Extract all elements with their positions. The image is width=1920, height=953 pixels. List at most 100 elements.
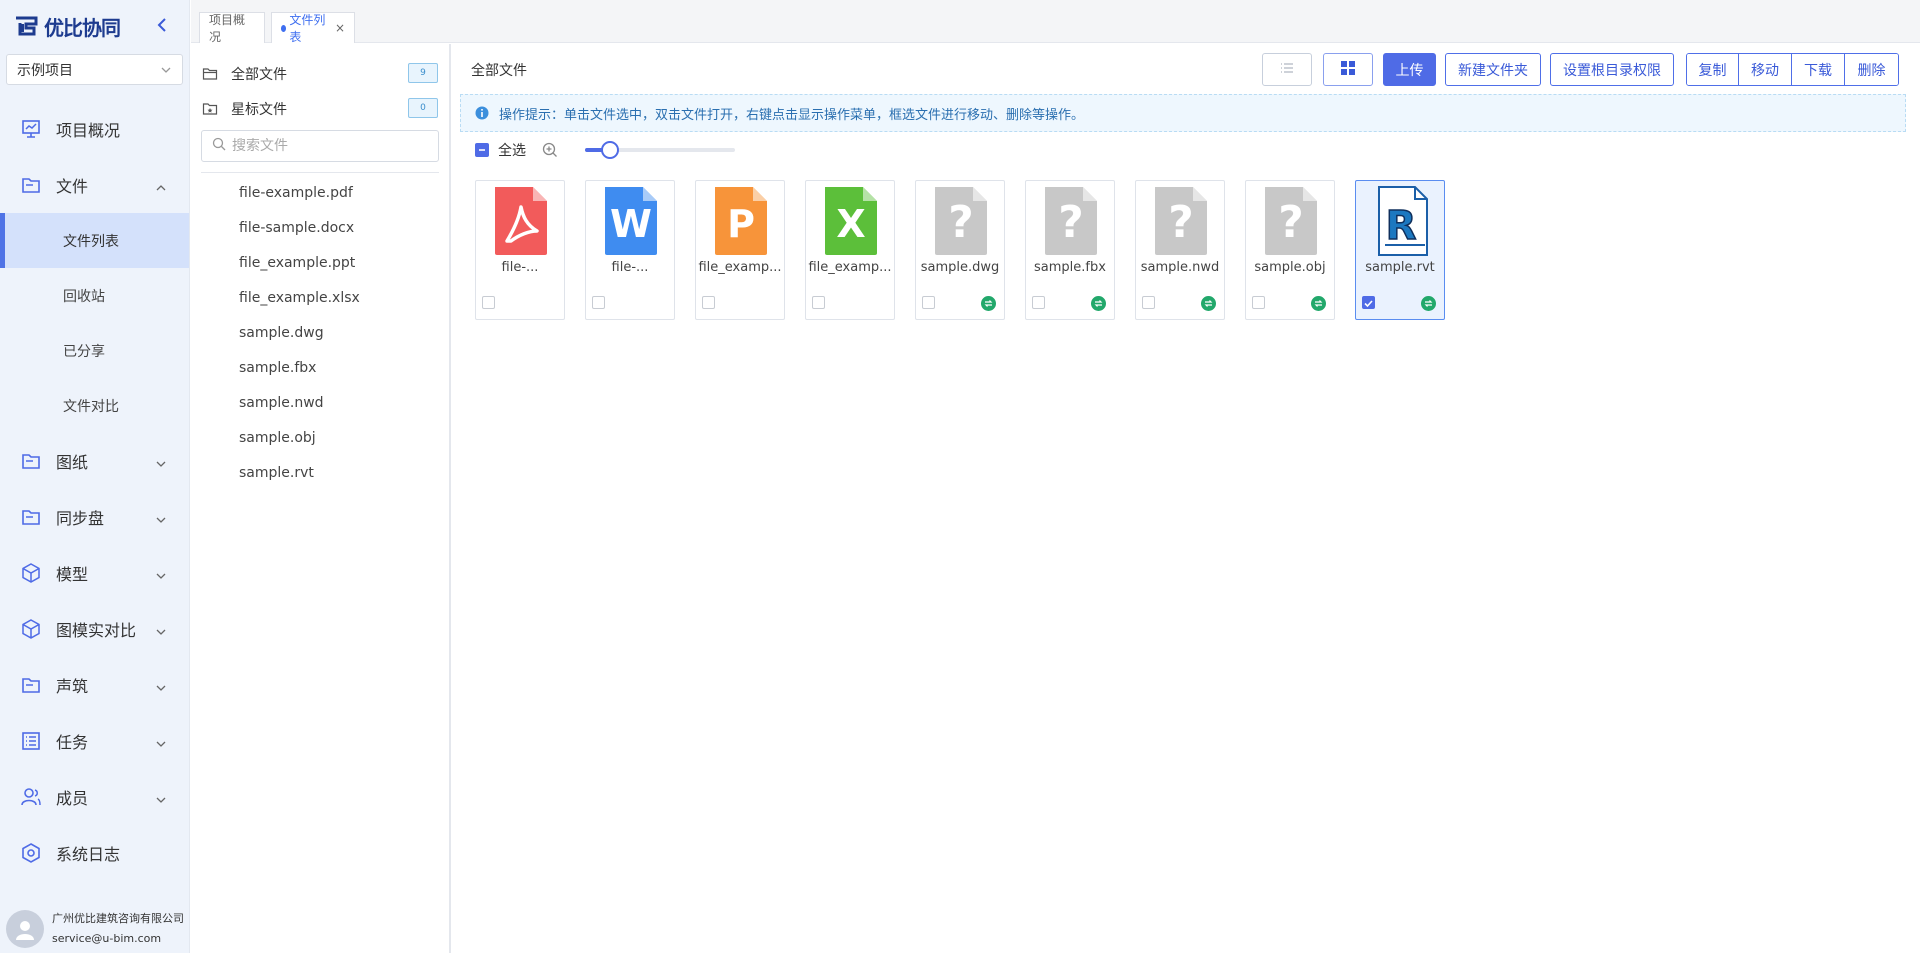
copy-button[interactable]: 复制 [1687, 54, 1739, 85]
nav-item-label: 图纸 [56, 453, 89, 472]
file-card[interactable]: ? sample.nwd [1135, 180, 1225, 320]
grid-view-button[interactable] [1323, 53, 1373, 86]
nav-item-overview[interactable]: 项目概况 [0, 101, 189, 157]
file-tree-item[interactable]: sample.fbx [191, 350, 449, 385]
nav-subitem-recycle-bin[interactable]: 回收站 [0, 268, 189, 323]
delete-button[interactable]: 删除 [1845, 54, 1898, 85]
file-type-letter: ? [1168, 197, 1194, 248]
nav-item-files[interactable]: 文件 [0, 157, 189, 213]
user-profile[interactable]: 广州优比建筑咨询有限公司 service@u-bim.com [0, 905, 190, 953]
search-box[interactable] [201, 130, 439, 162]
file-card-checkbox[interactable] [812, 296, 825, 309]
file-card[interactable]: ? sample.obj [1245, 180, 1335, 320]
tab-label: 文件列表 [289, 13, 326, 44]
hexagon-log-icon [20, 842, 42, 864]
nav-subitem-file-compare[interactable]: 文件对比 [0, 378, 189, 433]
file-card-checkbox[interactable] [1252, 296, 1265, 309]
project-select-value: 示例项目 [17, 62, 73, 79]
file-tree-item[interactable]: file-example.pdf [191, 175, 449, 210]
file-card[interactable]: ? sample.dwg [915, 180, 1005, 320]
nav-subitem-file-list[interactable]: 文件列表 [0, 213, 189, 268]
slider-handle[interactable] [601, 141, 619, 159]
collapse-sidebar-icon[interactable] [153, 16, 171, 34]
unknown-file-icon: ? [1151, 185, 1211, 257]
excel-file-icon: X [821, 185, 881, 257]
nav-item-sync-drive[interactable]: 同步盘 [0, 489, 189, 545]
folder-open-icon [202, 66, 218, 82]
count-badge: 9 [408, 63, 438, 83]
search-input[interactable] [232, 138, 438, 154]
grid-icon [1340, 60, 1356, 80]
nav-item-acoustics[interactable]: 声筑 [0, 657, 189, 713]
chevron-down-icon [155, 455, 167, 467]
file-tree-item[interactable]: file_example.xlsx [191, 280, 449, 315]
tab-overview[interactable]: 项目概况 [199, 12, 265, 44]
file-card-name: sample.dwg [920, 260, 1000, 275]
nav-item-label: 文件 [56, 177, 89, 196]
unknown-file-icon: ? [1261, 185, 1321, 257]
zoom-in-icon[interactable] [542, 142, 558, 158]
upload-button[interactable]: 上传 [1383, 53, 1436, 86]
folder-icon [20, 174, 42, 196]
nav-item-label: 项目概况 [56, 121, 121, 140]
star-folder-icon [202, 101, 218, 117]
download-button[interactable]: 下载 [1792, 54, 1845, 85]
file-tree-item[interactable]: file-sample.docx [191, 210, 449, 245]
file-card-checkbox[interactable] [592, 296, 605, 309]
sync-status-icon [1201, 296, 1216, 311]
select-all-checkbox[interactable] [475, 143, 489, 157]
file-card-name: sample.fbx [1034, 260, 1106, 275]
file-tree-item[interactable]: sample.rvt [191, 455, 449, 490]
nav-item-tasks[interactable]: 任务 [0, 713, 189, 769]
file-card[interactable]: file-... [475, 180, 565, 320]
file-card-checkbox[interactable] [1142, 296, 1155, 309]
search-icon [212, 137, 226, 155]
file-tree-item[interactable]: sample.dwg [191, 315, 449, 350]
project-select[interactable]: 示例项目 [6, 54, 183, 85]
chevron-down-icon [155, 791, 167, 803]
file-card-name: sample.obj [1254, 260, 1326, 275]
zoom-slider[interactable] [585, 140, 735, 160]
list-view-button[interactable] [1262, 53, 1312, 86]
app-root: 优比协同 示例项目 项目概况 文件 文件列表 回收站 已分享 文件对比 图纸 同… [0, 0, 1920, 953]
file-card-checkbox[interactable] [702, 296, 715, 309]
file-card[interactable]: ? sample.fbx [1025, 180, 1115, 320]
tab-file-list[interactable]: 文件列表 × [271, 12, 355, 44]
monitor-icon [20, 118, 42, 140]
file-card-checkbox[interactable] [1032, 296, 1045, 309]
folder-starred[interactable]: 星标文件 0 [191, 91, 449, 126]
folder-all-files[interactable]: 全部文件 9 [191, 56, 449, 91]
main-content: 全部文件 上传 新建文件夹 设置根目录权限 复制 移动 下载 删除 操作提示：单… [453, 44, 1920, 953]
file-card-checkbox[interactable] [482, 296, 495, 309]
folder-label: 全部文件 [231, 66, 287, 83]
user-email: service@u-bim.com [52, 932, 162, 945]
close-icon[interactable]: × [335, 21, 345, 35]
file-card[interactable]: Wfile-... [585, 180, 675, 320]
nav-subitem-shared[interactable]: 已分享 [0, 323, 189, 378]
move-button[interactable]: 移动 [1739, 54, 1792, 85]
nav-subitem-label: 回收站 [63, 288, 105, 305]
nav-item-label: 同步盘 [56, 509, 105, 528]
file-card[interactable]: Rsample.rvt [1355, 180, 1445, 320]
file-tree-item[interactable]: file_example.ppt [191, 245, 449, 280]
nav-item-drawings[interactable]: 图纸 [0, 433, 189, 489]
file-tree-item[interactable]: sample.nwd [191, 385, 449, 420]
sync-status-icon [1421, 296, 1436, 311]
cube-icon [20, 562, 42, 584]
nav-item-system-log[interactable]: 系统日志 [0, 825, 189, 881]
nav-subitem-label: 已分享 [63, 343, 105, 360]
active-dot-icon [281, 24, 287, 32]
file-card-checkbox[interactable] [1362, 296, 1375, 309]
file-card-checkbox[interactable] [922, 296, 935, 309]
nav-item-model-compare[interactable]: 图模实对比 [0, 601, 189, 657]
nav-item-members[interactable]: 成员 [0, 769, 189, 825]
nav-item-models[interactable]: 模型 [0, 545, 189, 601]
file-card[interactable]: Pfile_examp... [695, 180, 785, 320]
brand-name: 优比协同 [44, 15, 121, 40]
root-permission-button[interactable]: 设置根目录权限 [1550, 53, 1674, 86]
file-card[interactable]: Xfile_examp... [805, 180, 895, 320]
file-card-name: file-... [611, 260, 649, 275]
nav-item-label: 系统日志 [56, 845, 121, 864]
file-tree-item[interactable]: sample.obj [191, 420, 449, 455]
new-folder-button[interactable]: 新建文件夹 [1445, 53, 1541, 86]
